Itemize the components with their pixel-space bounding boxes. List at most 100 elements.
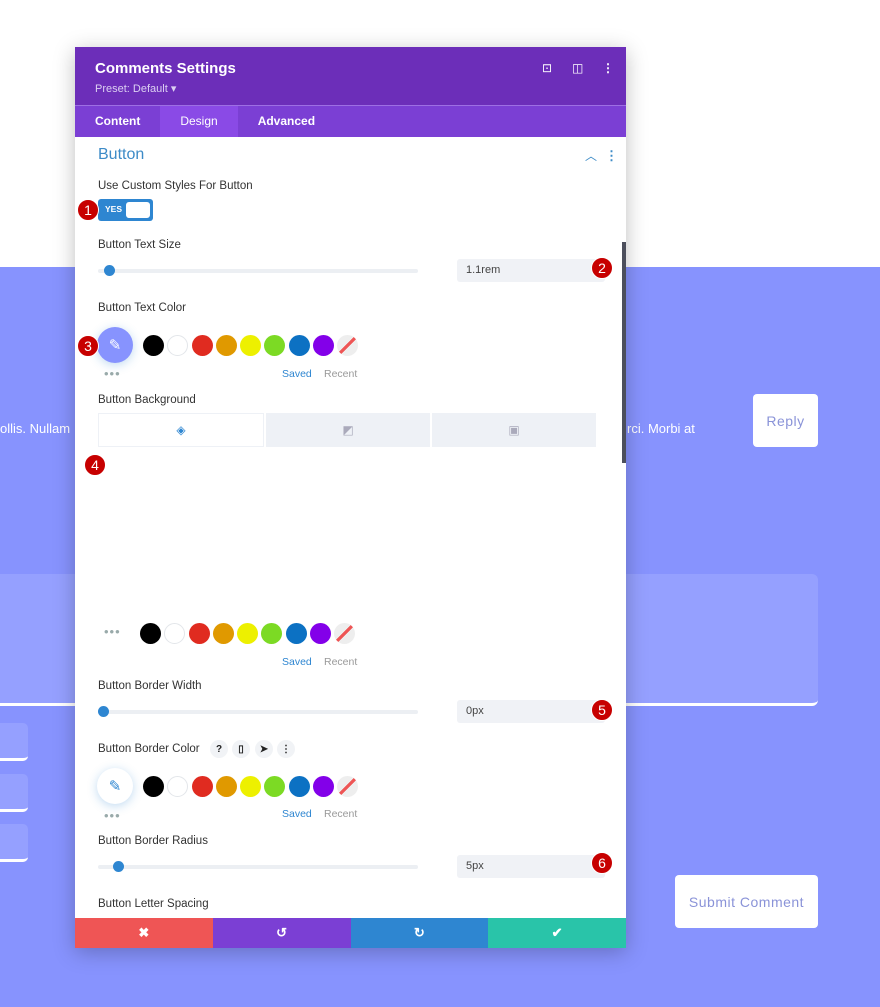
cancel-button[interactable]: ✖ — [75, 918, 213, 948]
panel-header: Comments Settings Preset: Default ▾ ⊡ ◫ … — [75, 47, 626, 105]
website-input[interactable] — [0, 824, 28, 862]
split-view-icon[interactable]: ◫ — [572, 61, 583, 75]
color-swatch[interactable] — [285, 623, 307, 644]
border-width-input[interactable]: 0px — [457, 700, 605, 723]
color-swatch[interactable] — [313, 335, 335, 356]
step-badge: 3 — [77, 335, 99, 357]
chevron-up-icon[interactable]: ︿ — [585, 147, 597, 164]
more-dots-icon[interactable]: ••• — [104, 624, 121, 639]
border-width-slider[interactable] — [98, 706, 418, 717]
image-icon[interactable]: ▣ — [432, 413, 596, 447]
scrollbar[interactable] — [622, 242, 626, 463]
recent-tab[interactable]: Recent — [324, 808, 357, 820]
name-input[interactable] — [0, 723, 28, 761]
section-title[interactable]: Button — [98, 146, 144, 164]
toggle-label: YES — [105, 204, 123, 214]
no-color-swatch[interactable] — [337, 335, 359, 356]
more-vertical-icon[interactable]: ⋮ — [277, 740, 295, 758]
step-badge: 5 — [591, 699, 613, 721]
step-badge: 6 — [591, 852, 613, 874]
preset-dropdown[interactable]: Preset: Default ▾ — [95, 82, 176, 95]
panel-footer: ✖ ↺ ↻ ✔ — [75, 918, 626, 948]
color-swatch[interactable] — [215, 335, 237, 356]
comment-text-right: rci. Morbi at — [627, 421, 695, 436]
color-swatch[interactable] — [167, 776, 189, 797]
slider-handle[interactable] — [104, 265, 116, 276]
color-swatch[interactable] — [313, 776, 335, 797]
gradient-icon[interactable]: ◩ — [266, 413, 430, 447]
color-swatch[interactable] — [143, 776, 164, 797]
section-more-icon[interactable]: ⋮ — [605, 148, 618, 164]
comment-text-left: ollis. Nullam — [0, 421, 71, 436]
color-swatch[interactable] — [288, 776, 310, 797]
color-swatch[interactable] — [212, 623, 234, 644]
color-fill-icon[interactable]: ◈ — [98, 413, 264, 447]
tab-design[interactable]: Design — [160, 106, 238, 137]
color-swatch[interactable] — [240, 335, 262, 356]
no-color-swatch[interactable] — [337, 776, 359, 797]
eyedropper-icon[interactable]: ✎ — [97, 327, 133, 363]
border-radius-label: Button Border Radius — [98, 835, 208, 847]
text-size-input[interactable]: 1.1rem — [457, 259, 605, 282]
text-color-label: Button Text Color — [98, 302, 187, 314]
recent-tab[interactable]: Recent — [324, 656, 357, 668]
saved-tab[interactable]: Saved — [282, 808, 312, 820]
color-swatch[interactable] — [264, 335, 286, 356]
redo-button[interactable]: ↻ — [350, 918, 489, 948]
color-swatch[interactable] — [310, 623, 332, 644]
more-dots-icon[interactable]: ••• — [104, 808, 121, 823]
recent-tab[interactable]: Recent — [324, 368, 357, 380]
color-swatch[interactable] — [167, 335, 189, 356]
custom-styles-label: Use Custom Styles For Button — [98, 180, 253, 192]
slider-handle[interactable] — [98, 706, 109, 717]
tab-advanced[interactable]: Advanced — [238, 106, 335, 137]
custom-styles-toggle[interactable]: YES — [98, 199, 153, 221]
color-swatch[interactable] — [191, 335, 213, 356]
help-icon[interactable]: ? — [210, 740, 228, 758]
color-swatch[interactable] — [264, 776, 286, 797]
color-swatch[interactable] — [191, 776, 213, 797]
settings-panel: Comments Settings Preset: Default ▾ ⊡ ◫ … — [75, 47, 626, 948]
mobile-icon[interactable]: ▯ — [232, 740, 250, 758]
step-badge: 1 — [77, 199, 99, 221]
color-swatch[interactable] — [143, 335, 164, 356]
step-badge: 2 — [591, 257, 613, 279]
email-input[interactable] — [0, 774, 28, 812]
color-swatch[interactable] — [288, 335, 310, 356]
color-swatch[interactable] — [140, 623, 161, 644]
border-color-label: Button Border Color — [98, 743, 200, 755]
save-button[interactable]: ✔ — [488, 918, 626, 948]
border-radius-input[interactable]: 5px — [457, 855, 605, 878]
text-size-label: Button Text Size — [98, 239, 181, 251]
background-swatches — [140, 623, 356, 644]
more-vertical-icon[interactable]: ⋮ — [602, 61, 614, 75]
color-swatch[interactable] — [237, 623, 259, 644]
color-swatch[interactable] — [240, 776, 262, 797]
more-dots-icon[interactable]: ••• — [104, 366, 121, 381]
color-swatch[interactable] — [188, 623, 210, 644]
border-color-swatches — [143, 776, 359, 797]
slider-handle[interactable] — [113, 861, 125, 872]
border-radius-slider[interactable] — [98, 861, 418, 872]
color-swatch[interactable] — [261, 623, 283, 644]
panel-title: Comments Settings — [95, 60, 236, 77]
saved-tab[interactable]: Saved — [282, 368, 312, 380]
cursor-icon[interactable]: ➤ — [255, 740, 273, 758]
no-color-swatch[interactable] — [334, 623, 356, 644]
reply-button[interactable]: Reply — [753, 394, 818, 447]
focus-icon[interactable]: ⊡ — [542, 61, 552, 75]
color-swatch[interactable] — [215, 776, 237, 797]
saved-tab[interactable]: Saved — [282, 656, 312, 668]
letter-spacing-label: Button Letter Spacing — [98, 898, 209, 910]
border-width-label: Button Border Width — [98, 680, 202, 692]
text-size-slider[interactable] — [98, 265, 418, 276]
step-badge: 4 — [84, 454, 106, 476]
text-color-swatches — [143, 335, 359, 356]
background-tabs: ◈ ◩ ▣ — [98, 413, 596, 447]
submit-comment-button[interactable]: Submit Comment — [675, 875, 818, 928]
background-label: Button Background — [98, 394, 196, 406]
color-swatch[interactable] — [164, 623, 186, 644]
undo-button[interactable]: ↺ — [212, 918, 351, 948]
tab-content[interactable]: Content — [75, 106, 160, 137]
eyedropper-icon[interactable]: ✎ — [97, 768, 133, 804]
